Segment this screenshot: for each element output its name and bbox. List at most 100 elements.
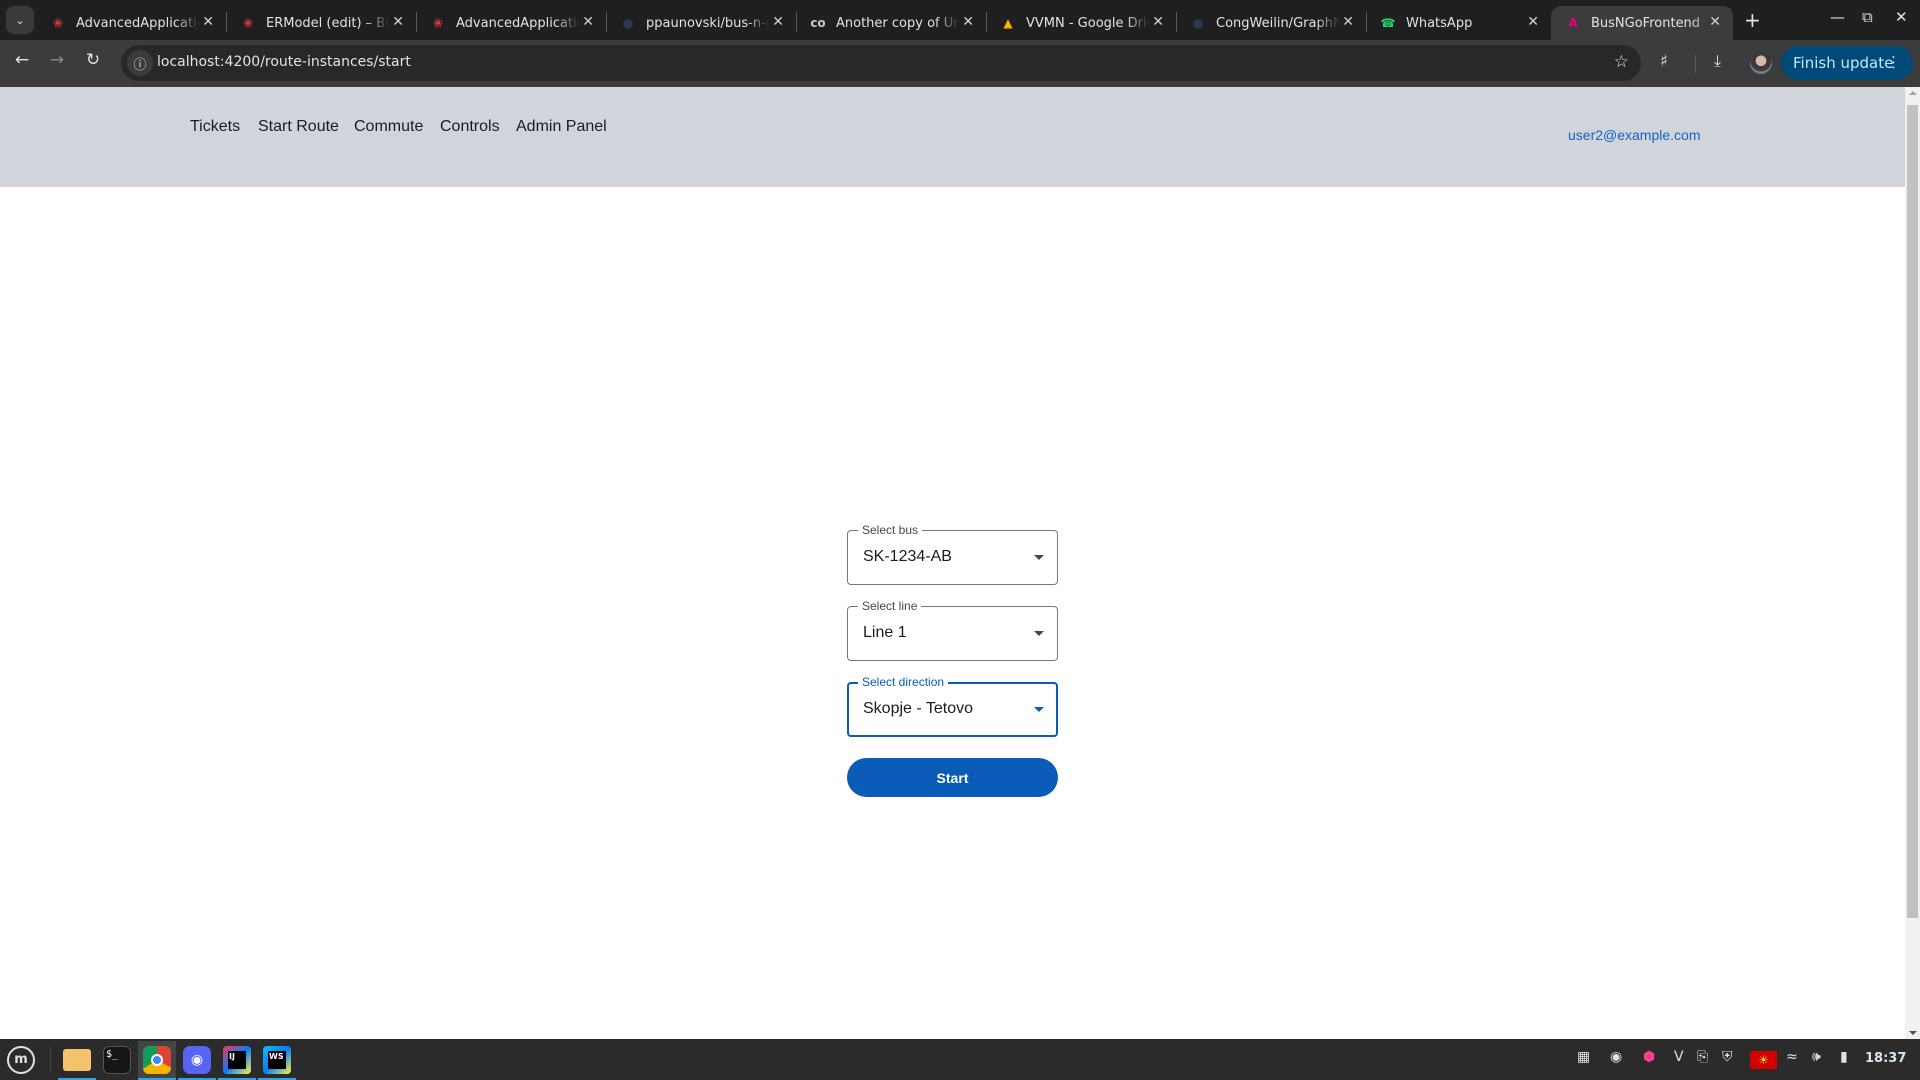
- browser-tab[interactable]: co Another copy of Unt ✕: [796, 6, 987, 40]
- chevron-down-icon: ⌄: [15, 13, 25, 27]
- close-tab-icon[interactable]: ✕: [1709, 14, 1721, 30]
- tab-title: AdvancedApplicatio: [76, 15, 200, 31]
- github-icon: ●: [622, 16, 634, 30]
- intellij-icon: IJ: [223, 1045, 251, 1074]
- close-tab-icon[interactable]: ✕: [962, 14, 974, 30]
- select-line-field[interactable]: Select line Line 1: [847, 598, 1058, 661]
- select-line-label: Select line: [858, 598, 922, 614]
- discord-icon: ◉: [183, 1045, 211, 1074]
- clock[interactable]: 18:37: [1865, 1051, 1906, 1066]
- tab-title: VVMN - Google Driv: [1026, 15, 1150, 31]
- browser-tab[interactable]: ▲ VVMN - Google Driv ✕: [986, 6, 1177, 40]
- clipboard-icon[interactable]: ⎘: [1697, 1049, 1708, 1065]
- finish-update-button[interactable]: Finish update ⋮: [1781, 46, 1913, 80]
- red-paw-icon: ❀: [52, 16, 64, 30]
- finish-update-label: Finish update: [1793, 54, 1894, 72]
- scroll-thumb[interactable]: [1907, 105, 1918, 918]
- terminal-app-icon[interactable]: $_: [98, 1041, 136, 1078]
- browser-tab[interactable]: ☎ WhatsApp ✕: [1366, 6, 1551, 40]
- select-bus-label: Select bus: [858, 522, 923, 538]
- red-paw-icon: ❀: [432, 16, 444, 30]
- start-button[interactable]: Start: [847, 758, 1058, 797]
- minimize-button[interactable]: —: [1830, 8, 1845, 26]
- select-line-value: Line 1: [863, 624, 907, 641]
- nav-commute[interactable]: Commute: [354, 118, 423, 136]
- tab-title: AdvancedApplicatio: [456, 15, 580, 31]
- google-drive-icon: ▲: [1003, 16, 1013, 30]
- close-tab-icon[interactable]: ✕: [1342, 14, 1354, 30]
- select-bus-field[interactable]: Select bus SK-1234-AB: [847, 522, 1058, 585]
- browser-tab-strip: ⌄ ❀ AdvancedApplicatio ✕ ❀ ERModel (edit…: [0, 0, 1920, 40]
- site-info-icon[interactable]: ⓘ: [127, 50, 153, 76]
- download-icon[interactable]: ⤓: [1714, 51, 1721, 71]
- webstorm-app-icon[interactable]: WS: [258, 1041, 296, 1080]
- dropdown-arrow-icon: [1034, 707, 1044, 712]
- battery-icon[interactable]: ▮: [1840, 1049, 1848, 1065]
- system-monitor-icon[interactable]: ▦: [1577, 1049, 1590, 1065]
- browser-tab[interactable]: ● ppaunovski/bus-n-g ✕: [606, 6, 797, 40]
- webstorm-icon: WS: [263, 1045, 291, 1074]
- angular-icon: A: [1568, 16, 1578, 30]
- os-taskbar: m $_ ◉ IJ WS ▦ ◉ ⬢ ᐯ ⎘ ⛨ ☀ ≈ 🕪 ▮ 18:37: [0, 1039, 1920, 1080]
- red-paw-icon: ❀: [242, 16, 254, 30]
- nav-admin-panel[interactable]: Admin Panel: [516, 118, 607, 136]
- tab-title: BusNGoFrontend: [1591, 15, 1701, 31]
- close-tab-icon[interactable]: ✕: [1527, 14, 1539, 30]
- nav-tickets[interactable]: Tickets: [190, 118, 240, 136]
- app-header: Tickets Start Route Commute Controls Adm…: [0, 87, 1905, 187]
- forward-button[interactable]: →: [45, 50, 69, 70]
- wifi-icon[interactable]: ≈: [1786, 1049, 1798, 1065]
- bluetooth-icon[interactable]: ᐯ: [1674, 1049, 1684, 1065]
- shield-update-icon[interactable]: ⛨: [1722, 1049, 1733, 1065]
- select-direction-field[interactable]: Select direction Skopje - Tetovo: [847, 674, 1058, 737]
- new-tab-button[interactable]: +: [1744, 8, 1761, 32]
- scroll-down-arrow-icon[interactable]: [1909, 1031, 1917, 1035]
- toolbar-separator: [1695, 55, 1696, 73]
- browser-tab[interactable]: ❀ ERModel (edit) – Bu ✕: [226, 6, 417, 40]
- select-direction-value: Skopje - Tetovo: [863, 700, 973, 717]
- restore-button[interactable]: ⧉: [1862, 8, 1873, 26]
- nav-start-route[interactable]: Start Route: [258, 118, 339, 136]
- select-bus-value: SK-1234-AB: [863, 548, 952, 565]
- nav-controls[interactable]: Controls: [440, 118, 500, 136]
- files-app-icon[interactable]: [58, 1041, 96, 1080]
- toolbox-tray-icon[interactable]: ⬢: [1643, 1049, 1655, 1065]
- url-text[interactable]: localhost:4200/route-instances/start: [157, 54, 411, 70]
- close-tab-icon[interactable]: ✕: [582, 14, 594, 30]
- scroll-up-arrow-icon[interactable]: [1909, 91, 1917, 95]
- mint-logo-icon: m: [7, 1045, 35, 1074]
- select-direction-label: Select direction: [858, 674, 949, 690]
- bookmark-star-icon[interactable]: ☆: [1614, 52, 1629, 72]
- tab-search-button[interactable]: ⌄: [6, 6, 34, 34]
- extensions-icon[interactable]: ♯: [1660, 51, 1668, 70]
- discord-app-icon[interactable]: ◉: [178, 1041, 216, 1080]
- tab-title: WhatsApp: [1406, 15, 1473, 31]
- tab-title: ppaunovski/bus-n-g: [646, 15, 770, 31]
- browser-tab[interactable]: ● CongWeilin/GraphM ✕: [1176, 6, 1367, 40]
- terminal-icon: $_: [103, 1045, 131, 1074]
- close-window-button[interactable]: ✕: [1895, 8, 1908, 26]
- menu-button[interactable]: m: [2, 1041, 40, 1078]
- intellij-app-icon[interactable]: IJ: [218, 1041, 256, 1080]
- discord-tray-icon[interactable]: ◉: [1610, 1049, 1622, 1065]
- chrome-icon: [143, 1045, 171, 1074]
- profile-avatar[interactable]: [1750, 52, 1772, 74]
- close-tab-icon[interactable]: ✕: [202, 14, 214, 30]
- keyboard-layout-flag-icon[interactable]: ☀: [1750, 1051, 1777, 1069]
- chrome-app-icon[interactable]: [138, 1041, 176, 1080]
- browser-tab[interactable]: ❀ AdvancedApplicatio ✕: [416, 6, 607, 40]
- browser-tab[interactable]: ❀ AdvancedApplicatio ✕: [36, 6, 227, 40]
- user-email-link[interactable]: user2@example.com: [1568, 127, 1701, 143]
- taskbar-separator: [50, 1047, 51, 1072]
- close-tab-icon[interactable]: ✕: [392, 14, 404, 30]
- close-tab-icon[interactable]: ✕: [1152, 14, 1164, 30]
- address-bar[interactable]: ⓘ localhost:4200/route-instances/start ☆: [121, 45, 1641, 81]
- browser-tab-active[interactable]: A BusNGoFrontend ✕: [1551, 6, 1733, 40]
- dropdown-arrow-icon: [1034, 555, 1044, 560]
- back-button[interactable]: ←: [10, 50, 34, 70]
- volume-icon[interactable]: 🕪: [1812, 1049, 1821, 1065]
- tab-title: ERModel (edit) – Bu: [266, 15, 390, 31]
- page-scrollbar[interactable]: [1905, 87, 1920, 1039]
- close-tab-icon[interactable]: ✕: [772, 14, 784, 30]
- reload-button[interactable]: ↻: [81, 50, 105, 70]
